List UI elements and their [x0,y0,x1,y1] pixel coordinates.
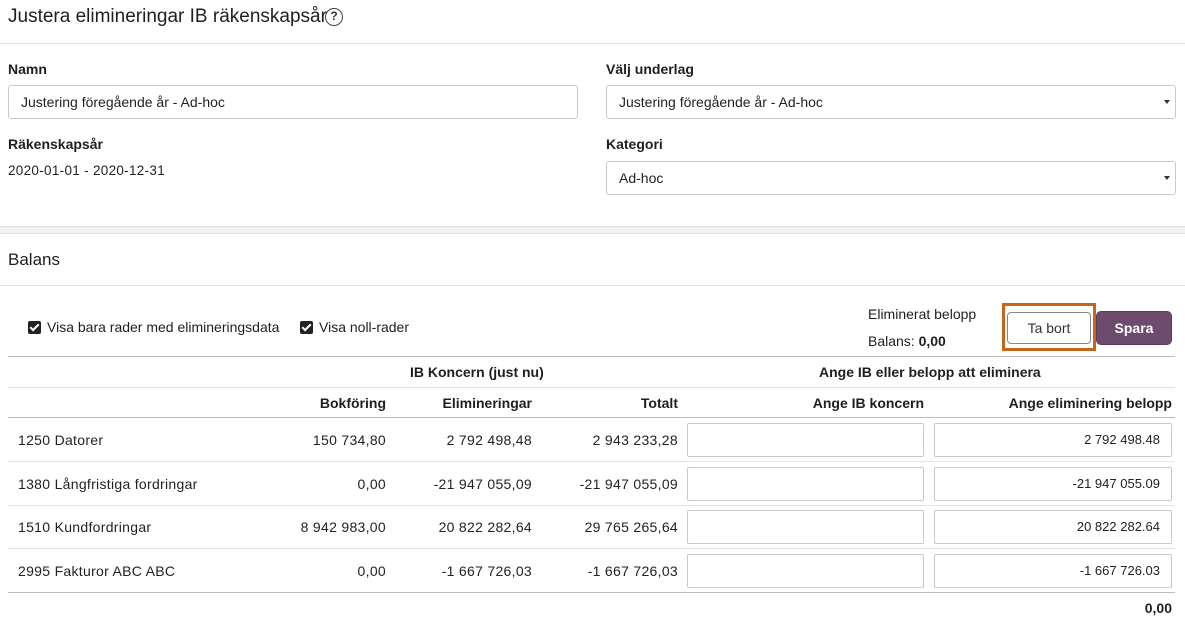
account-name: Långfristiga fordringar [54,476,198,492]
ange-elim-input[interactable]: -1 667 726.03 [934,554,1172,588]
cell-elimineringar: 20 822 282,64 [438,519,532,535]
checkbox-checked-icon[interactable] [28,320,41,334]
ange-ib-input[interactable] [687,423,924,457]
table-row-account: 1510 Kundfordringar [18,519,151,535]
cell-elimineringar: -1 667 726,03 [441,563,532,579]
underlag-selected-value: Justering föregående år - Ad-hoc [619,94,823,110]
filter-only-elim[interactable]: Visa bara rader med elimineringsdata [28,319,279,335]
help-icon[interactable]: ? [325,8,343,26]
cell-elimineringar: -21 947 055,09 [433,476,532,492]
cell-totalt: 29 765 265,64 [584,519,678,535]
account-number: 1250 [18,432,51,448]
ta-bort-button[interactable]: Ta bort [1007,312,1091,344]
kategori-selected-value: Ad-hoc [619,170,664,186]
table-row-account: 2995 Fakturor ABC ABC [18,563,175,579]
table-bottom-border [8,592,1175,593]
table-row-account: 1380 Långfristiga fordringar [18,476,198,492]
account-name: Datorer [54,432,104,448]
col-header-ange-ib: Ange IB koncern [812,395,924,411]
cell-bokforing: 8 942 983,00 [300,519,386,535]
account-number: 2995 [18,563,51,579]
col-header-ange-elim: Ange eliminering belopp [1008,395,1172,411]
group-header-ange: Ange IB eller belopp att eliminera [819,364,1041,380]
balans-summary: Balans: 0,00 [868,333,946,349]
footer-total: 0,00 [1144,600,1172,616]
balans-section-title: Balans [8,250,60,269]
namn-label: Namn [8,61,47,77]
cell-bokforing: 150 734,80 [312,432,386,448]
filter-zero-rows[interactable]: Visa noll-rader [300,319,409,335]
cell-totalt: -21 947 055,09 [579,476,678,492]
namn-input[interactable]: Justering föregående år - Ad-hoc [8,85,578,119]
ange-ib-input[interactable] [687,510,924,544]
ange-ib-input[interactable] [687,554,924,588]
account-number: 1510 [18,519,51,535]
group-header-ib: IB Koncern (just nu) [410,364,544,380]
col-header-totalt: Totalt [640,395,678,411]
table-row-account: 1250 Datorer [18,432,103,448]
balans-value: 0,00 [918,333,946,349]
row-divider [8,505,1175,506]
col-header-bokforing: Bokföring [319,395,386,411]
underlag-select[interactable]: Justering föregående år - Ad-hoc [606,85,1176,119]
rakenskapsar-value: 2020-01-01 - 2020-12-31 [8,163,166,178]
ange-ib-input[interactable] [687,467,924,501]
ange-elim-input[interactable]: 20 822 282.64 [934,510,1172,544]
kategori-select[interactable]: Ad-hoc [606,161,1176,195]
caret-down-icon [1164,176,1170,180]
header-bottom-border [8,417,1175,418]
rakenskapsar-label: Räkenskapsår [8,136,103,152]
cell-elimineringar: 2 792 498,48 [446,432,532,448]
spara-button[interactable]: Spara [1096,311,1172,345]
cell-totalt: -1 667 726,03 [587,563,678,579]
ange-elim-input[interactable]: -21 947 055.09 [934,467,1172,501]
ange-elim-input[interactable]: 2 792 498.48 [934,423,1172,457]
cell-bokforing: 0,00 [357,563,386,579]
cell-bokforing: 0,00 [357,476,386,492]
section-divider [0,226,1185,234]
filter-only-elim-label: Visa bara rader med elimineringsdata [47,319,280,335]
balans-divider [0,285,1185,286]
row-divider [8,461,1175,462]
underlag-label: Välj underlag [606,61,694,77]
table-top-border [8,356,1175,357]
caret-down-icon [1164,100,1170,104]
header-divider [0,43,1185,44]
account-name: Fakturor ABC ABC [54,563,176,579]
checkbox-checked-icon[interactable] [300,320,313,334]
account-number: 1380 [18,476,51,492]
col-header-elimineringar: Elimineringar [442,395,532,411]
eliminerat-label: Eliminerat belopp [868,306,977,322]
balans-label: Balans: [868,333,915,349]
filter-zero-rows-label: Visa noll-rader [319,319,410,335]
page-title: Justera elimineringar IB räkenskapsår [8,6,327,27]
kategori-label: Kategori [606,136,663,152]
row-divider [8,548,1175,549]
group-header-divider [8,387,1175,388]
account-name: Kundfordringar [54,519,152,535]
cell-totalt: 2 943 233,28 [592,432,678,448]
